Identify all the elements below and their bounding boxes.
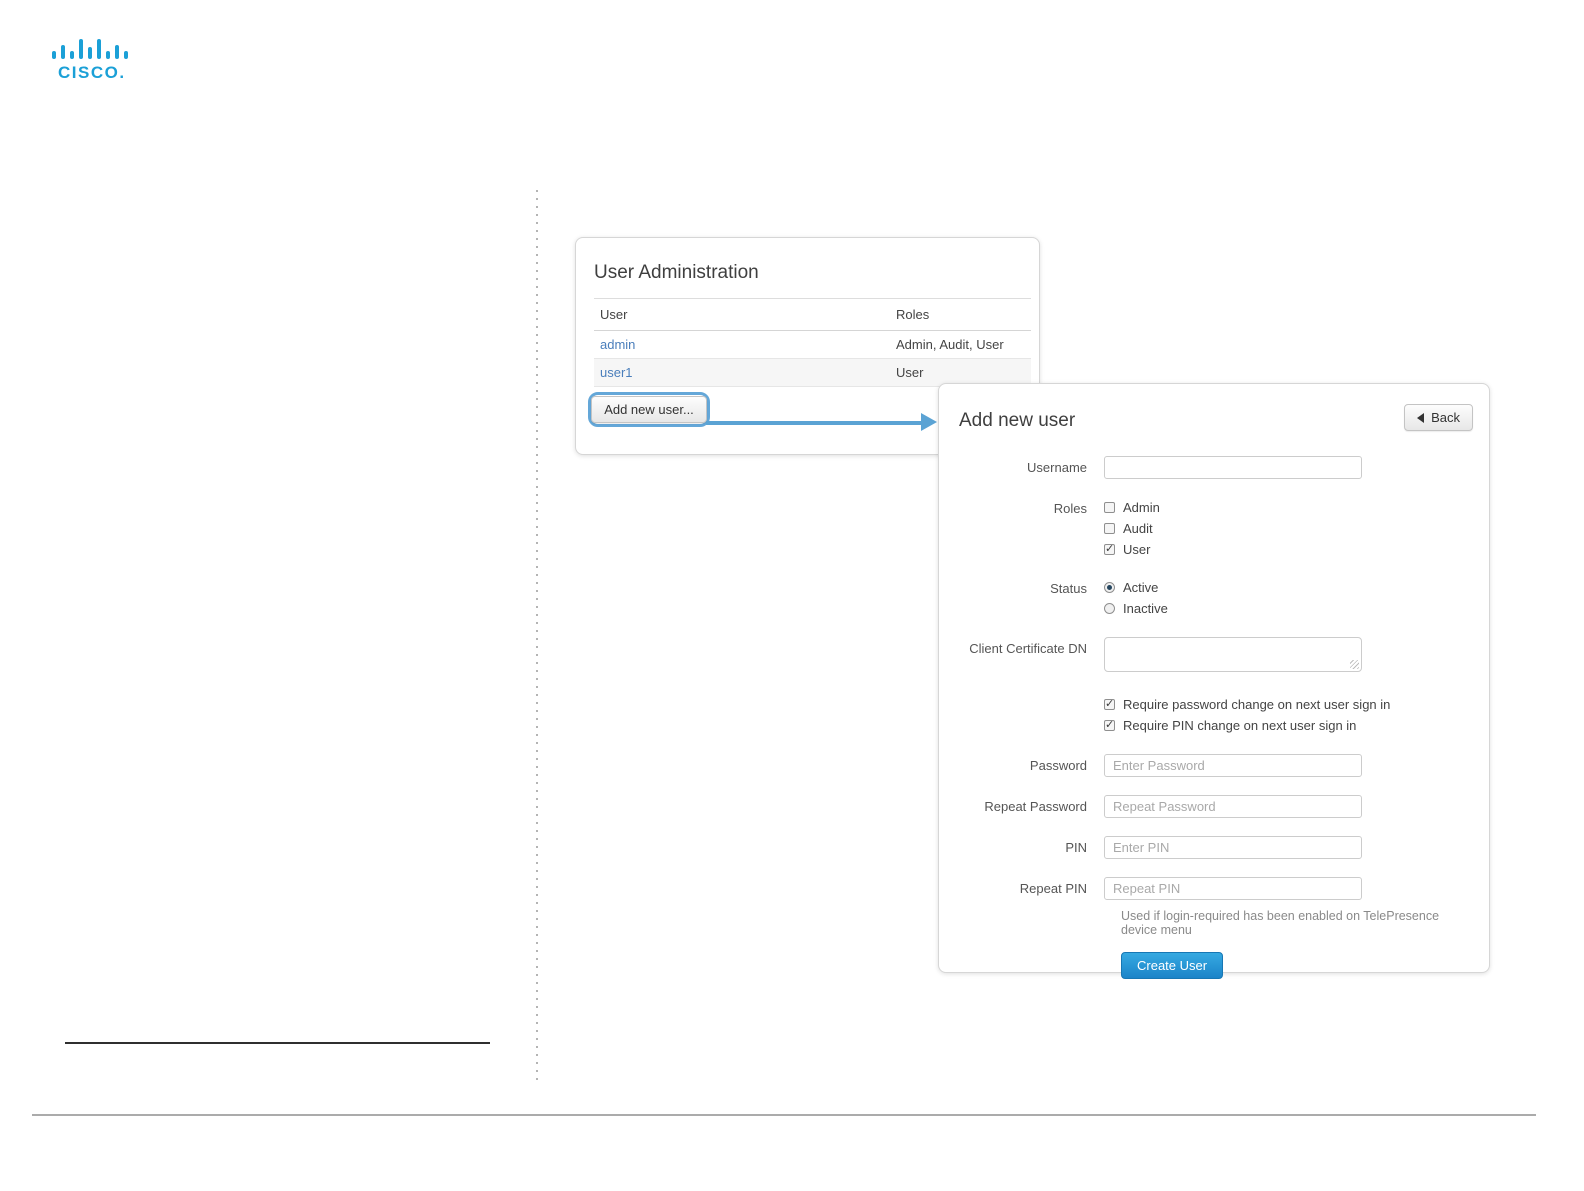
username-label: Username (1027, 460, 1087, 475)
footnote-rule (65, 1042, 490, 1044)
user-table-header: User Roles (594, 298, 1031, 331)
chevron-left-icon (1417, 412, 1425, 423)
form-row-username: Username (959, 456, 1471, 479)
roles-cell: User (896, 365, 924, 380)
form-row-repeat-password: Repeat Password (959, 795, 1471, 818)
user-table: User Roles admin Admin, Audit, User user… (594, 298, 1031, 387)
highlight-callout: Add new user... (588, 392, 710, 427)
status-option-inactive[interactable]: Inactive (1104, 598, 1471, 619)
checkbox-icon[interactable] (1104, 523, 1115, 534)
status-label: Status (1050, 581, 1087, 596)
form-row-password: Password (959, 754, 1471, 777)
status-option-label: Inactive (1123, 601, 1168, 616)
pin-input[interactable] (1104, 836, 1362, 859)
back-button[interactable]: Back (1404, 404, 1473, 431)
password-label: Password (1029, 758, 1087, 773)
status-option-label: Active (1123, 580, 1159, 595)
radio-icon[interactable] (1104, 603, 1115, 614)
radio-icon[interactable] (1104, 582, 1115, 593)
dotted-divider (536, 190, 538, 1082)
require-pin-change-option[interactable]: Require PIN change on next user sign in (1104, 715, 1471, 736)
username-input[interactable] (1104, 456, 1362, 479)
table-row: admin Admin, Audit, User (594, 331, 1031, 359)
form-row-require: Require password change on next user sig… (959, 694, 1471, 736)
pin-label: PIN (1065, 840, 1087, 855)
create-user-button[interactable]: Create User (1121, 952, 1224, 979)
role-option-label: Audit (1123, 521, 1153, 536)
require-option-label: Require PIN change on next user sign in (1123, 718, 1357, 733)
client-cert-label: Client Certificate DN (969, 641, 1087, 656)
role-option-user[interactable]: User (1104, 539, 1471, 560)
role-option-admin[interactable]: Admin (1104, 497, 1471, 518)
require-password-change-option[interactable]: Require password change on next user sig… (1104, 694, 1471, 715)
add-new-user-panel: Add new user Back Username Roles Admin A… (938, 383, 1490, 979)
role-option-audit[interactable]: Audit (1104, 518, 1471, 539)
add-user-form: Username Roles Admin Audit Us (959, 456, 1471, 979)
checkbox-icon[interactable] (1104, 718, 1115, 731)
client-cert-textarea[interactable] (1104, 637, 1362, 672)
roles-cell: Admin, Audit, User (896, 337, 1004, 352)
form-row-client-cert: Client Certificate DN (959, 637, 1471, 672)
repeat-password-label: Repeat Password (984, 799, 1087, 814)
pin-usage-note: Used if login-required has been enabled … (1121, 909, 1440, 937)
repeat-pin-label: Repeat PIN (1019, 881, 1087, 896)
repeat-pin-input[interactable] (1104, 877, 1362, 900)
role-option-label: Admin (1123, 500, 1160, 515)
user-link-admin[interactable]: admin (600, 337, 635, 352)
column-header-user: User (600, 307, 628, 322)
page-bottom-rule (32, 1114, 1536, 1116)
form-row-pin: PIN (959, 836, 1471, 859)
cisco-logo-text: CISCO. (58, 63, 126, 82)
add-new-user-button[interactable]: Add new user... (591, 396, 707, 423)
form-row-roles: Roles Admin Audit User (959, 497, 1471, 560)
back-button-label: Back (1431, 410, 1460, 425)
status-option-active[interactable]: Active (1104, 577, 1471, 598)
form-row-status: Status Active Inactive (959, 577, 1471, 619)
repeat-password-input[interactable] (1104, 795, 1362, 818)
password-input[interactable] (1104, 754, 1362, 777)
cisco-logo: CISCO. (52, 39, 128, 82)
form-row-repeat-pin: Repeat PIN (959, 877, 1471, 900)
connector-arrow-line (706, 421, 922, 425)
checkbox-icon[interactable] (1104, 697, 1115, 710)
page: CISCO. User Administration User Roles ad… (0, 0, 1584, 1191)
role-option-label: User (1123, 542, 1151, 557)
user-administration-title: User Administration (594, 262, 759, 283)
roles-label: Roles (1053, 501, 1087, 516)
user-link-user1[interactable]: user1 (600, 365, 633, 380)
connector-arrow-head (921, 413, 937, 431)
add-new-user-title: Add new user (959, 410, 1076, 431)
require-option-label: Require password change on next user sig… (1123, 697, 1391, 712)
checkbox-icon[interactable] (1104, 542, 1115, 555)
checkbox-icon[interactable] (1104, 502, 1115, 513)
column-header-roles: Roles (896, 307, 930, 322)
